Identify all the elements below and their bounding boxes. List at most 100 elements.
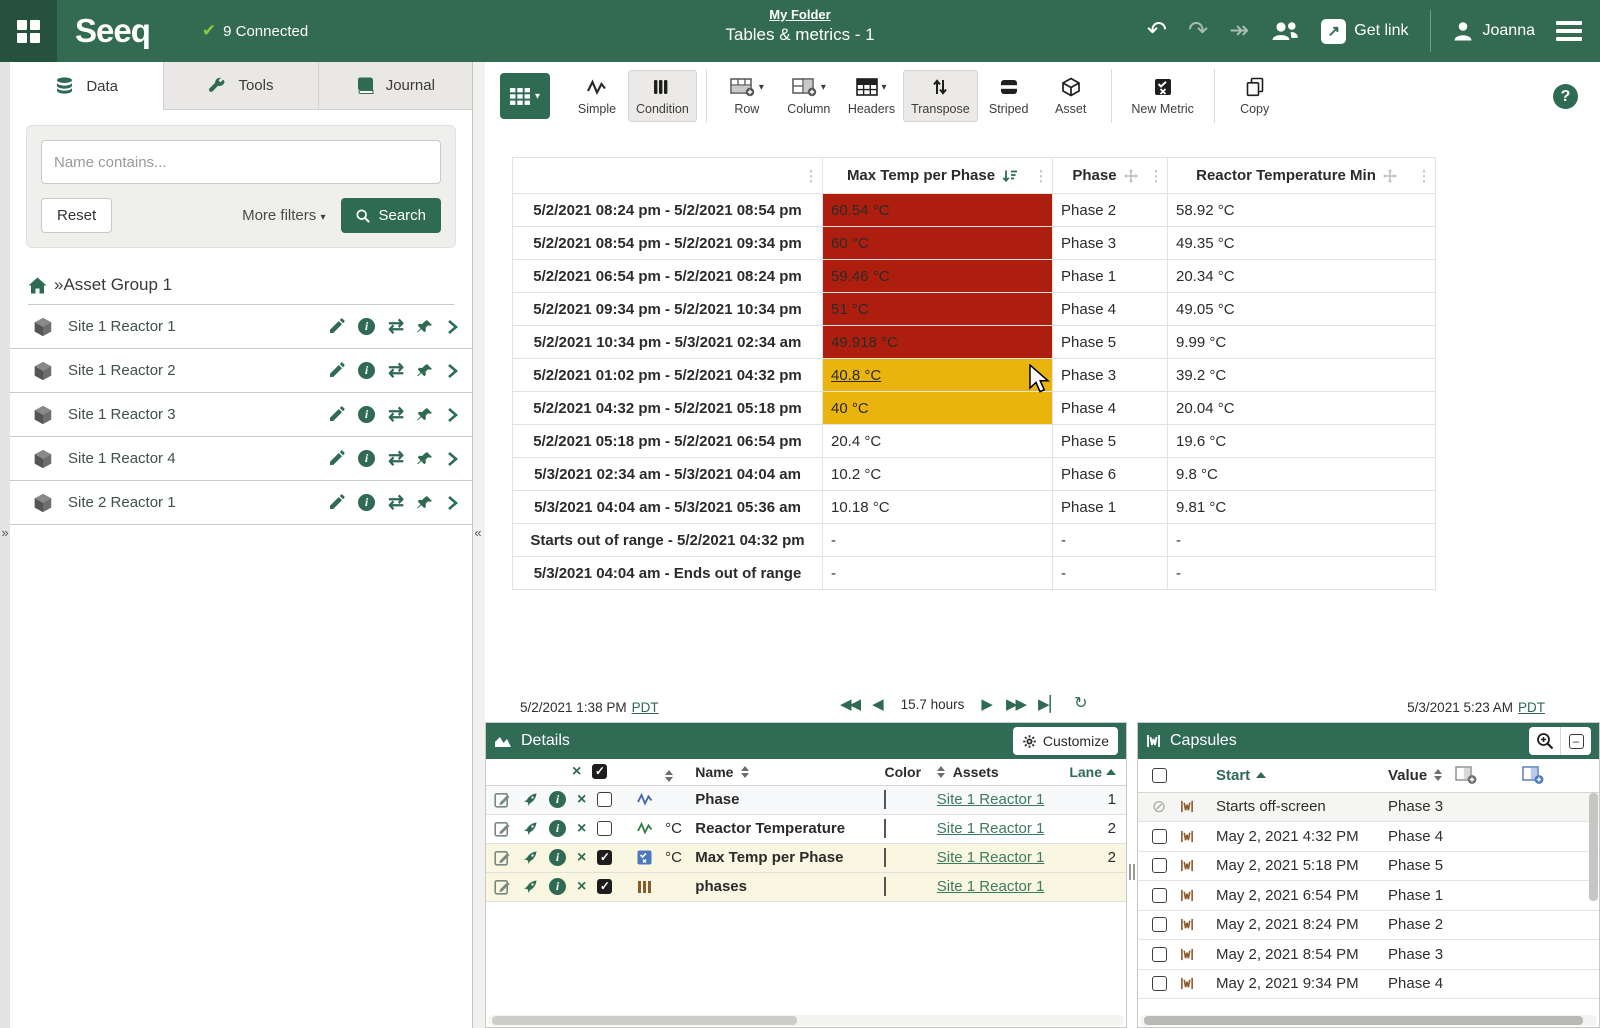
expand-panel-icon[interactable]: » [0, 525, 10, 540]
table-view-dropdown[interactable]: ▾ [500, 73, 550, 119]
asset-link[interactable]: Site 1 Reactor 1 [937, 791, 1045, 808]
pin-icon[interactable] [417, 319, 433, 335]
rocket-icon[interactable] [522, 821, 538, 837]
asset-row[interactable]: Site 1 Reactor 2 i ⇄ [10, 349, 472, 393]
swap-icon[interactable]: ⇄ [388, 361, 404, 380]
asset-group-breadcrumb[interactable]: »Asset Group 1 [28, 275, 454, 305]
step-back-full-icon[interactable]: ◀◀ [840, 697, 859, 712]
select-all-checkbox[interactable] [592, 764, 607, 779]
color-swatch[interactable] [884, 848, 886, 867]
capsule-row[interactable]: May 2, 2021 8:54 PM Phase 3 [1138, 940, 1599, 970]
remove-icon[interactable]: × [577, 879, 586, 895]
info-icon[interactable]: i [358, 494, 375, 511]
kebab-menu-icon[interactable]: ⋮ [1034, 167, 1048, 184]
chevron-right-icon[interactable] [446, 407, 458, 423]
help-button[interactable]: ? [1553, 84, 1578, 109]
chevron-right-icon[interactable] [446, 363, 458, 379]
table-row[interactable]: 5/2/2021 08:24 pm - 5/2/2021 08:54 pm60.… [513, 194, 1436, 227]
swap-icon[interactable]: ⇄ [388, 317, 404, 336]
info-icon[interactable]: i [549, 849, 566, 866]
tool-condition[interactable]: Condition [628, 70, 697, 122]
edit-icon[interactable] [494, 791, 511, 808]
value-column-header[interactable]: Value [1388, 767, 1427, 784]
tool-row[interactable]: ▾ Row [716, 70, 778, 122]
row-checkbox[interactable] [1152, 888, 1167, 903]
customize-button[interactable]: Customize [1013, 727, 1118, 755]
step-forward-full-icon[interactable]: ▶▶ [1006, 697, 1025, 712]
step-forward-icon[interactable]: ▶ [981, 697, 993, 712]
info-icon[interactable]: i [549, 791, 566, 808]
users-icon[interactable] [1270, 20, 1300, 42]
row-checkbox[interactable] [597, 792, 612, 807]
details-row[interactable]: i × °C Max Temp per Phase Site 1 Reactor… [486, 843, 1126, 872]
capsule-row[interactable]: May 2, 2021 9:34 PM Phase 4 [1138, 969, 1599, 999]
details-row[interactable]: i × phases Site 1 Reactor 1 [486, 872, 1126, 901]
row-checkbox[interactable] [1152, 917, 1167, 932]
edit-icon[interactable] [328, 318, 345, 335]
lane-column-header[interactable]: Lane [1069, 764, 1102, 780]
row-checkbox[interactable] [597, 821, 612, 836]
more-filters-toggle[interactable]: More filters ▾ [242, 207, 325, 224]
user-menu[interactable]: Joanna [1452, 20, 1536, 42]
tool-striped[interactable]: Striped [978, 70, 1040, 122]
row-checkbox[interactable] [1152, 829, 1167, 844]
timezone-link[interactable]: PDT [632, 700, 659, 715]
table-row[interactable]: 5/2/2021 08:54 pm - 5/2/2021 09:34 pm60 … [513, 227, 1436, 260]
details-row[interactable]: i × °C Reactor Temperature Site 1 Reacto… [486, 814, 1126, 843]
remove-icon[interactable]: × [577, 821, 586, 837]
capsule-row[interactable]: May 2, 2021 5:18 PM Phase 5 [1138, 851, 1599, 881]
collapse-panel-button[interactable]: – [1560, 727, 1591, 755]
sort-icon[interactable] [937, 766, 945, 778]
details-row[interactable]: i × Phase Site 1 Reactor 1 1 [486, 785, 1126, 814]
remove-icon[interactable]: × [577, 792, 586, 808]
zoom-to-capsule-button[interactable] [1529, 727, 1560, 755]
info-icon[interactable]: i [549, 820, 566, 837]
asset-row[interactable]: Site 1 Reactor 3 i ⇄ [10, 393, 472, 437]
row-checkbox[interactable] [1152, 976, 1167, 991]
reset-button[interactable]: Reset [41, 198, 112, 233]
connection-status[interactable]: ✔ 9 Connected [202, 21, 308, 41]
color-swatch[interactable] [884, 790, 886, 809]
pin-icon[interactable] [417, 495, 433, 511]
column-header-max-temp[interactable]: Max Temp per Phase ⋮ [823, 158, 1053, 194]
asset-row[interactable]: Site 2 Reactor 1 i ⇄ [10, 481, 472, 525]
range-start[interactable]: 5/2/2021 1:38 PMPDT [520, 700, 659, 715]
color-swatch[interactable] [884, 819, 886, 838]
undo-icon[interactable]: ↶ [1147, 19, 1167, 43]
asset-row[interactable]: Site 1 Reactor 1 i ⇄ [10, 305, 472, 349]
table-row[interactable]: 5/3/2021 04:04 am - 5/3/2021 05:36 am10.… [513, 491, 1436, 524]
search-button[interactable]: Search [341, 198, 441, 233]
edit-icon[interactable] [328, 362, 345, 379]
collapse-panel-icon[interactable]: « [473, 525, 483, 540]
step-to-end-icon[interactable]: ▶▏ [1038, 697, 1061, 712]
pin-icon[interactable] [417, 407, 433, 423]
row-checkbox[interactable] [1152, 858, 1167, 873]
asset-link[interactable]: Site 1 Reactor 1 [937, 849, 1045, 866]
edit-icon[interactable] [328, 406, 345, 423]
row-checkbox[interactable] [597, 850, 612, 865]
capsule-row[interactable]: May 2, 2021 4:32 PM Phase 4 [1138, 822, 1599, 852]
row-checkbox[interactable] [597, 879, 612, 894]
info-icon[interactable]: i [358, 450, 375, 467]
edit-icon[interactable] [328, 450, 345, 467]
swap-icon[interactable]: ⇄ [388, 449, 404, 468]
remove-all-icon[interactable]: × [572, 764, 581, 780]
sort-icon[interactable] [741, 766, 749, 778]
duration-label[interactable]: 15.7 hours [901, 697, 965, 712]
tab-tools[interactable]: Tools [163, 62, 317, 110]
metric-value-link[interactable]: 40.8 °C [831, 367, 881, 384]
tab-data[interactable]: Data [10, 62, 163, 110]
table-row[interactable]: 5/2/2021 01:02 pm - 5/2/2021 04:32 pm40.… [513, 359, 1436, 392]
add-column-icon[interactable] [1455, 766, 1478, 785]
column-header-time[interactable]: ⋮ [513, 158, 823, 194]
tool-asset[interactable]: Asset [1040, 70, 1102, 122]
tool-headers[interactable]: ▾ Headers [840, 70, 903, 122]
remove-icon[interactable]: × [577, 850, 586, 866]
vertical-scrollbar[interactable] [1589, 791, 1598, 1021]
tool-transpose[interactable]: Transpose [903, 70, 978, 122]
asset-link[interactable]: Site 1 Reactor 1 [937, 820, 1045, 837]
sort-desc-icon[interactable] [1002, 169, 1018, 183]
asset-row[interactable]: Site 1 Reactor 4 i ⇄ [10, 437, 472, 481]
rocket-icon[interactable] [522, 850, 538, 866]
redo-all-icon[interactable]: ↠ [1229, 19, 1249, 43]
